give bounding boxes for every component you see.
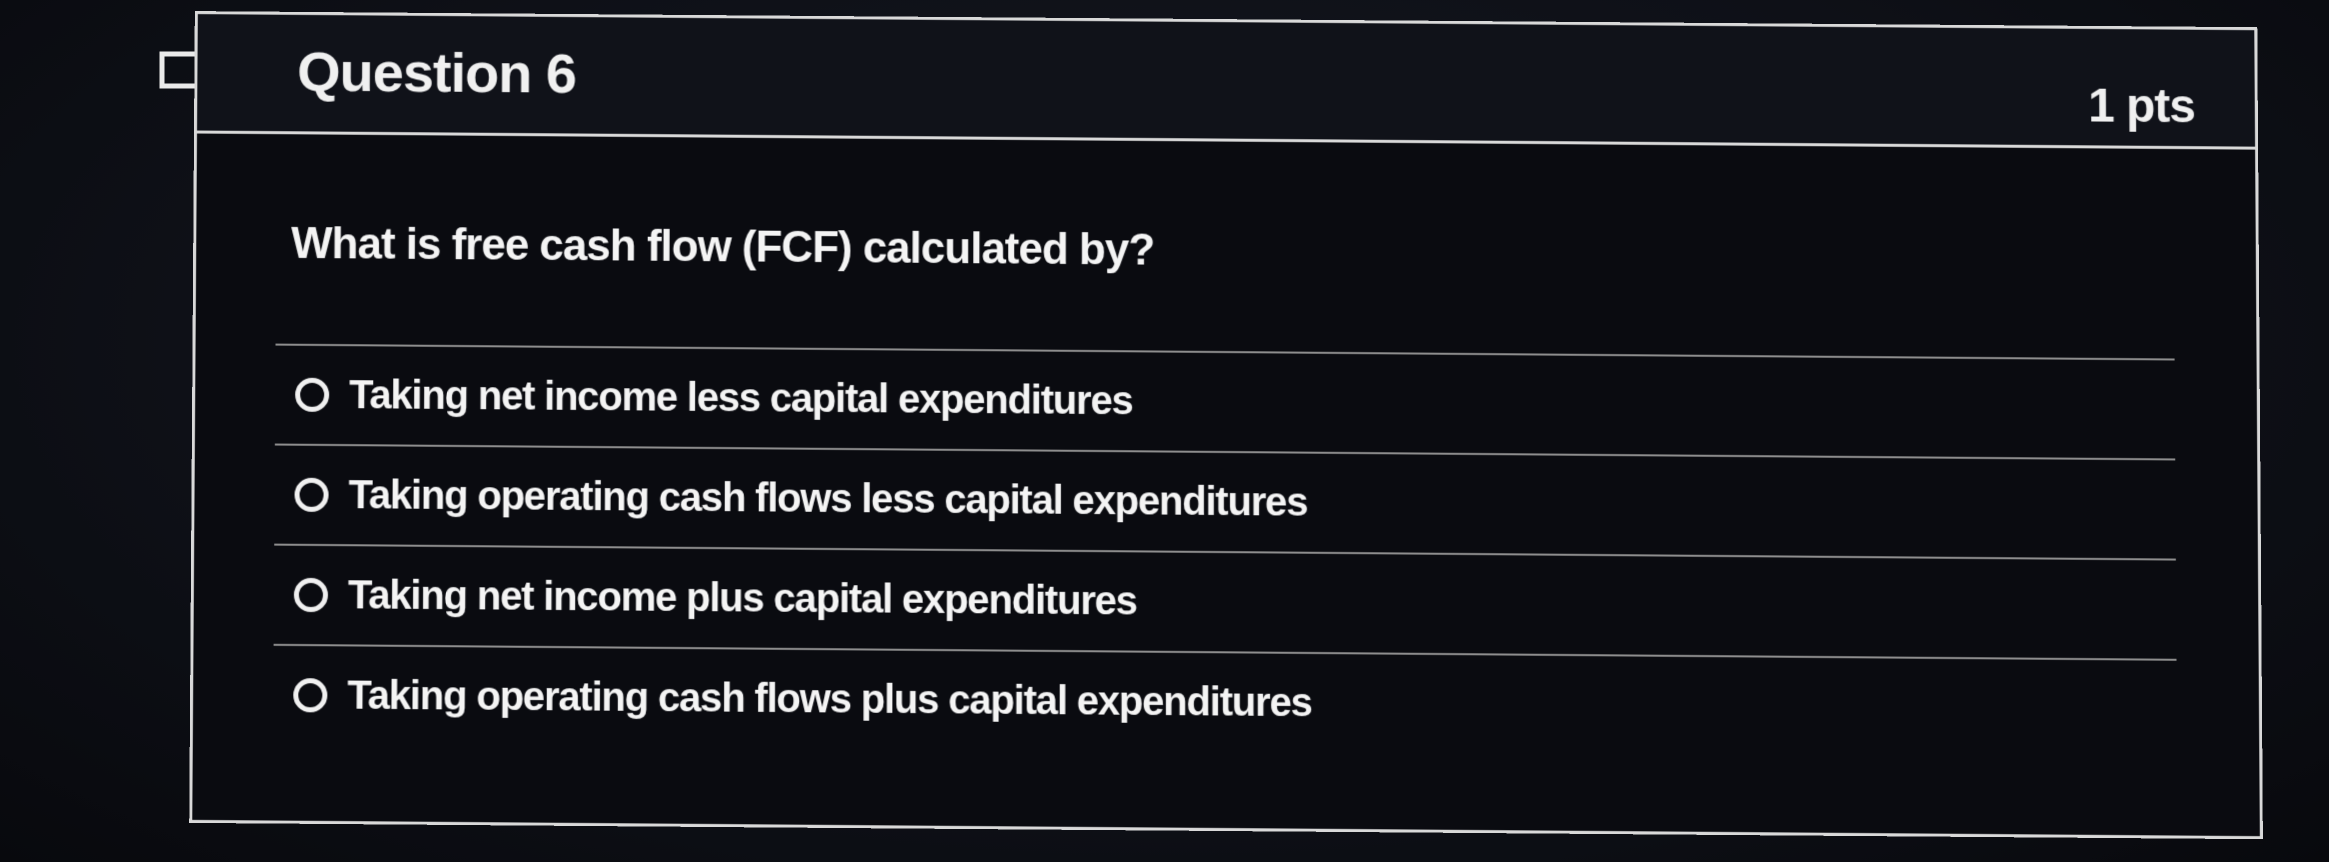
radio-button[interactable] xyxy=(294,477,329,512)
answer-label[interactable]: Taking operating cash flows less capital… xyxy=(348,473,1307,526)
question-points: 1 pts xyxy=(2087,79,2196,134)
answer-label[interactable]: Taking net income less capital expenditu… xyxy=(349,373,1132,424)
radio-button[interactable] xyxy=(293,678,328,713)
question-text: What is free cash flow (FCF) calculated … xyxy=(290,218,1155,275)
answer-option[interactable]: Taking operating cash flows plus capital… xyxy=(273,646,2177,759)
question-card: Question 6 1 pts What is free cash flow … xyxy=(189,11,2263,840)
answer-label[interactable]: Taking operating cash flows plus capital… xyxy=(347,673,1311,726)
radio-button[interactable] xyxy=(295,377,330,412)
screen: Question 6 1 pts What is free cash flow … xyxy=(0,0,2329,862)
answer-option[interactable]: Taking net income less capital expenditu… xyxy=(275,346,2175,459)
question-header: Question 6 1 pts xyxy=(197,14,2256,150)
answer-option[interactable]: Taking operating cash flows less capital… xyxy=(274,446,2176,559)
answer-label[interactable]: Taking net income plus capital expenditu… xyxy=(348,573,1137,624)
question-title: Question 6 xyxy=(297,39,577,105)
answer-option[interactable]: Taking net income plus capital expenditu… xyxy=(274,546,2177,659)
radio-button[interactable] xyxy=(293,577,329,613)
answer-list: Taking net income less capital expenditu… xyxy=(273,343,2177,760)
